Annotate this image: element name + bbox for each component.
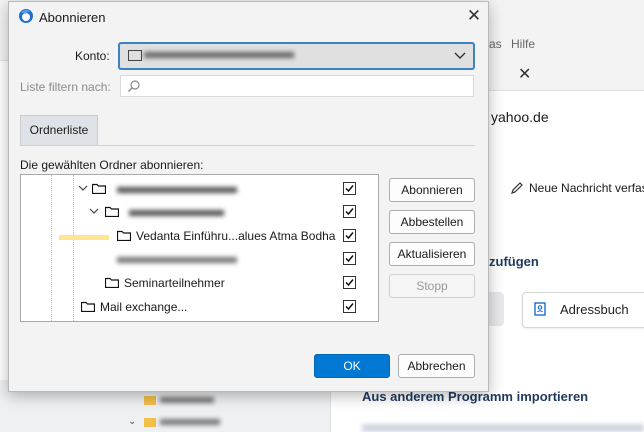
addressbook-button[interactable]: Adressbuch [522, 292, 644, 328]
checkbox-checked-icon[interactable] [343, 300, 356, 313]
tab-strip: Ordnerliste [20, 115, 475, 146]
pencil-icon [510, 181, 524, 195]
tree-row[interactable] [21, 248, 378, 270]
account-label: Konto: [75, 49, 110, 63]
tree-row[interactable]: Mail exchange... [21, 296, 378, 318]
stop-button[interactable]: Stopp [389, 274, 475, 298]
menu-item-tools-fragment[interactable]: as [489, 37, 502, 51]
subscribe-button[interactable]: Abonnieren [389, 178, 475, 202]
checkbox-checked-icon[interactable] [343, 252, 356, 265]
chevron-down-icon[interactable] [89, 205, 99, 215]
subscribe-dialog: Abonnieren ✕ Konto: Liste filtern nach: … [8, 1, 489, 392]
account-value [144, 52, 294, 58]
addressbook-label: Adressbuch [560, 302, 629, 317]
obscured-folder-name [160, 419, 220, 425]
checkbox-checked-icon[interactable] [343, 205, 356, 218]
folder-icon [91, 183, 107, 195]
folder-name-obscured [129, 210, 224, 216]
account-select[interactable] [118, 42, 475, 70]
filter-input[interactable] [120, 75, 474, 97]
cancel-button[interactable]: Abbrechen [398, 354, 475, 378]
refresh-button[interactable]: Aktualisieren [389, 242, 475, 266]
obscured-folder-name [160, 397, 214, 403]
new-message-link[interactable]: Neue Nachricht verfas [529, 181, 644, 195]
checkbox-checked-icon[interactable] [343, 276, 356, 289]
folder-name-obscured [117, 257, 237, 263]
filter-label: Liste filtern nach: [20, 80, 111, 94]
search-icon [127, 79, 141, 93]
ok-button[interactable]: OK [314, 354, 390, 378]
folder-icon [104, 277, 120, 289]
folder-name: Mail exchange... [100, 300, 188, 314]
app-tabbar [488, 60, 644, 91]
close-icon[interactable]: ✕ [461, 4, 487, 28]
tree-row[interactable] [21, 178, 378, 200]
chevron-down-icon[interactable]: ⌄ [128, 416, 136, 427]
envelope-icon [128, 50, 142, 61]
folder-name-obscured [117, 187, 237, 193]
drag-highlight [59, 235, 109, 240]
chevron-down-icon[interactable] [78, 182, 88, 192]
folder-icon [144, 396, 156, 405]
checkbox-checked-icon[interactable] [343, 229, 356, 242]
folder-icon [144, 418, 156, 427]
tree-row[interactable] [21, 201, 378, 223]
folder-icon [104, 206, 120, 218]
chevron-down-icon [453, 48, 467, 62]
address-book-icon [533, 302, 547, 316]
folder-tree[interactable]: Vedanta Einführu...alues Atma Bodha Semi… [20, 174, 379, 322]
thunderbird-icon [18, 8, 34, 24]
menu-item-help[interactable]: Hilfe [511, 37, 535, 51]
account-email-domain: yahoo.de [491, 109, 549, 125]
folder-name: Vedanta Einführu...alues Atma Bodha [136, 229, 336, 243]
folder-icon [116, 230, 132, 242]
dialog-title: Abonnieren [39, 10, 106, 25]
tree-row[interactable]: Vedanta Einführu...alues Atma Bodha [21, 225, 378, 247]
obscured-text [362, 424, 644, 432]
unsubscribe-button[interactable]: Abbestellen [389, 210, 475, 234]
add-account-heading: zufügen [489, 254, 539, 269]
checkbox-checked-icon[interactable] [343, 182, 356, 195]
tab-close-icon[interactable]: ✕ [518, 64, 531, 84]
folder-icon [80, 301, 96, 313]
tab-folder-list[interactable]: Ordnerliste [20, 115, 98, 145]
subscribe-heading: Die gewählten Ordner abonnieren: [20, 158, 204, 172]
tree-row[interactable]: Seminarteilnehmer [21, 272, 378, 294]
folder-name: Seminarteilnehmer [124, 276, 225, 290]
